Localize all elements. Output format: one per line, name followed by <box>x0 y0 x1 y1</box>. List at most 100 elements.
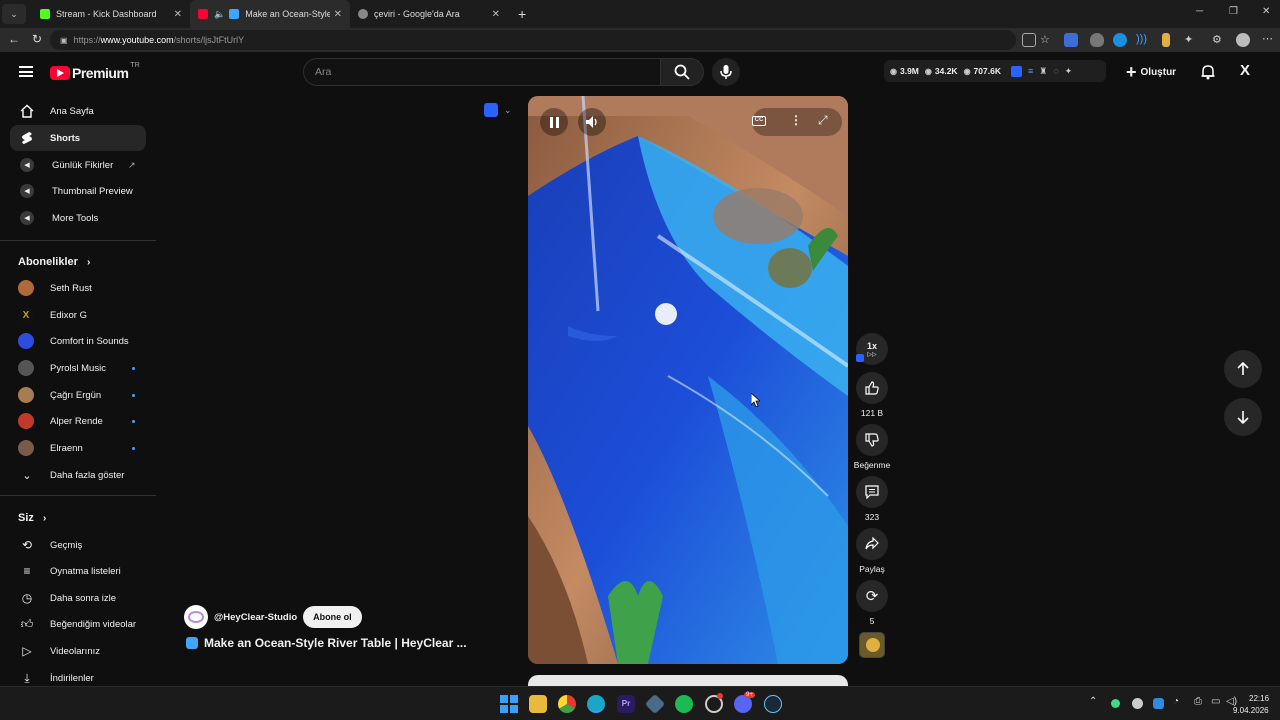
favorite-star-icon[interactable]: ☆ <box>1040 33 1054 47</box>
tab-google-search[interactable]: çeviri - Google'da Ara ✕ <box>350 0 508 28</box>
share-button[interactable] <box>856 528 888 560</box>
close-tab-icon[interactable]: ✕ <box>334 9 342 20</box>
vpn-extension-icon[interactable] <box>1113 33 1127 47</box>
dislike-button[interactable] <box>856 424 888 456</box>
channel-avatar[interactable] <box>184 605 208 629</box>
short-title[interactable]: Make an Ocean-Style River Table | HeyCle… <box>204 636 467 650</box>
notifications-bell-icon[interactable] <box>1200 64 1216 80</box>
volume-button[interactable] <box>578 108 606 136</box>
more-options-icon[interactable]: ⋮ <box>790 113 802 127</box>
start-windows-icon[interactable] <box>500 695 518 713</box>
sidebar-item-daily-ideas[interactable]: ◀ Günlük Fikirler ↗ <box>10 152 146 178</box>
new-tab-button[interactable]: + <box>518 6 526 22</box>
show-more-button[interactable]: ⌄ Daha fazla göster <box>10 462 146 488</box>
search-button[interactable] <box>660 58 704 86</box>
sidebar-sub-elraenn[interactable]: Elraenn <box>10 435 146 461</box>
sidebar-sub-pyrolsl-music[interactable]: Pyrolsl Music <box>10 355 146 381</box>
sidebar-sub-seth-rust[interactable]: Seth Rust <box>10 275 146 301</box>
like-button[interactable] <box>856 372 888 404</box>
url-field[interactable]: ▣ https:// www.youtube.com /shorts/ljsJt… <box>50 30 1016 50</box>
tab-kick-dashboard[interactable]: Stream - Kick Dashboard ✕ <box>32 0 190 28</box>
close-tab-icon[interactable]: ✕ <box>174 9 182 20</box>
list-icon[interactable]: ≡ <box>1028 66 1033 76</box>
tab-list-button[interactable]: ⌄ <box>2 4 26 24</box>
sidebar-item-watch-later[interactable]: ◷ Daha sonra izle <box>10 585 146 611</box>
pause-button[interactable] <box>540 108 568 136</box>
vidiq-dropdown[interactable]: ⌄ <box>484 103 512 117</box>
tab-youtube-short[interactable]: 🔈 Make an Ocean-Style River Table ✕ <box>190 0 350 28</box>
steam-tray-icon[interactable] <box>1132 698 1143 709</box>
remix-button[interactable]: ⟳ <box>856 580 888 612</box>
vpn-tray-icon[interactable] <box>1153 698 1164 709</box>
wave-extension-icon[interactable]: ))) <box>1136 33 1150 47</box>
premiere-pro-icon[interactable]: Pr <box>617 695 635 713</box>
network-tray-icon[interactable]: ▭ <box>1211 696 1220 707</box>
sidebar-item-more-tools[interactable]: ◀ More Tools <box>10 205 146 231</box>
downloads-icon: ⤓ <box>24 670 30 685</box>
sidebar-item-home[interactable]: Ana Sayfa <box>10 98 146 124</box>
extensions-puzzle-icon[interactable]: ✦ <box>1184 33 1198 47</box>
clock-date[interactable]: 9.04.2026 <box>1233 706 1269 715</box>
clock-time[interactable]: 22:16 <box>1249 694 1269 703</box>
sidebar-item-your-videos[interactable]: ▷ Videolarınız <box>10 638 146 664</box>
create-button[interactable]: + Oluştur <box>1126 58 1176 86</box>
profile-avatar-icon[interactable] <box>1236 33 1250 47</box>
menu-icon[interactable] <box>19 66 33 77</box>
channel-name[interactable]: @HeyClear-Studio <box>214 612 297 623</box>
shield-extension-icon[interactable] <box>1090 33 1104 47</box>
fast-forward-icon: ▷▷ <box>867 351 877 358</box>
next-short-preview[interactable] <box>528 675 848 686</box>
minimize-icon[interactable]: ─ <box>1196 6 1203 17</box>
close-window-icon[interactable]: ✕ <box>1262 6 1270 17</box>
steam-icon[interactable] <box>764 695 782 713</box>
sidebar-item-thumbnail-preview[interactable]: ◀ Thumbnail Preview <box>10 178 146 204</box>
app-cube-icon[interactable] <box>644 693 666 715</box>
sidebar-item-liked-videos[interactable]: 👍︎ Beğendiğim videolar <box>10 611 146 637</box>
more-menu-icon[interactable]: ⋯ <box>1262 32 1273 45</box>
maximize-icon[interactable]: ❐ <box>1229 6 1238 17</box>
search-input[interactable]: Ara <box>303 58 661 86</box>
x-account-icon[interactable]: X <box>1240 62 1250 79</box>
sidebar-sub-comfort-in-sounds[interactable]: Comfort in Sounds <box>10 328 146 354</box>
sidebar-sub-alper-rende[interactable]: Alper Rende <box>10 408 146 434</box>
speaker-icon[interactable]: 🔈 <box>214 9 225 20</box>
chat-icon[interactable]: ◌ <box>1053 66 1058 76</box>
home-icon <box>20 104 34 118</box>
sound-thumbnail[interactable] <box>859 632 885 658</box>
previous-short-button[interactable] <box>1224 350 1262 388</box>
microphone-tray-icon[interactable]: ⎙ <box>1194 696 1202 707</box>
sidebar-item-shorts[interactable]: Shorts <box>10 125 146 151</box>
status-green-icon[interactable] <box>1111 699 1120 708</box>
show-hidden-icons[interactable]: ⌃ <box>1089 696 1097 707</box>
trophy-icon[interactable]: ♜ <box>1039 66 1047 77</box>
sparkle-icon[interactable]: ✦ <box>1065 66 1073 77</box>
sidebar-sub-cagri-ergun[interactable]: Çağrı Ergün <box>10 382 146 408</box>
sidebar-item-playlists[interactable]: ≡ Oynatma listeleri <box>10 558 146 584</box>
apps-icon[interactable] <box>1022 33 1036 47</box>
sidebar-sub-edixor-g[interactable]: X Edixor G <box>10 302 146 328</box>
candle-extension-icon[interactable] <box>1162 33 1170 47</box>
you-heading[interactable]: Siz › <box>18 512 46 524</box>
sidebar-item-history[interactable]: ⟲ Geçmiş <box>10 532 146 558</box>
short-video-player[interactable]: CC ⋮ ⤢ <box>528 96 848 664</box>
subscriptions-heading[interactable]: Abonelikler › <box>18 256 90 268</box>
reload-icon[interactable]: ↻ <box>32 32 42 46</box>
subscribe-button[interactable]: Abone ol <box>303 606 362 628</box>
site-info-icon[interactable]: ▣ <box>60 36 68 45</box>
comments-button[interactable] <box>856 476 888 508</box>
youtube-logo[interactable]: Premium TR <box>50 62 140 81</box>
vidiq-icon[interactable] <box>1010 65 1022 77</box>
fullscreen-icon[interactable]: ⤢ <box>818 113 828 128</box>
voice-search-button[interactable] <box>712 58 740 86</box>
edge-icon[interactable] <box>587 695 605 713</box>
next-short-button[interactable] <box>1224 398 1262 436</box>
chrome-icon[interactable] <box>558 695 576 713</box>
wifi-tray-icon[interactable]: ◔ <box>1173 696 1179 707</box>
spotify-icon[interactable] <box>675 695 693 713</box>
close-tab-icon[interactable]: ✕ <box>492 9 500 20</box>
back-icon[interactable]: ← <box>8 32 20 46</box>
settings-sliders-icon[interactable]: ⚙ <box>1212 33 1226 47</box>
file-explorer-icon[interactable] <box>529 695 547 713</box>
captions-icon[interactable]: CC <box>752 116 766 126</box>
translate-extension-icon[interactable] <box>1064 33 1078 47</box>
